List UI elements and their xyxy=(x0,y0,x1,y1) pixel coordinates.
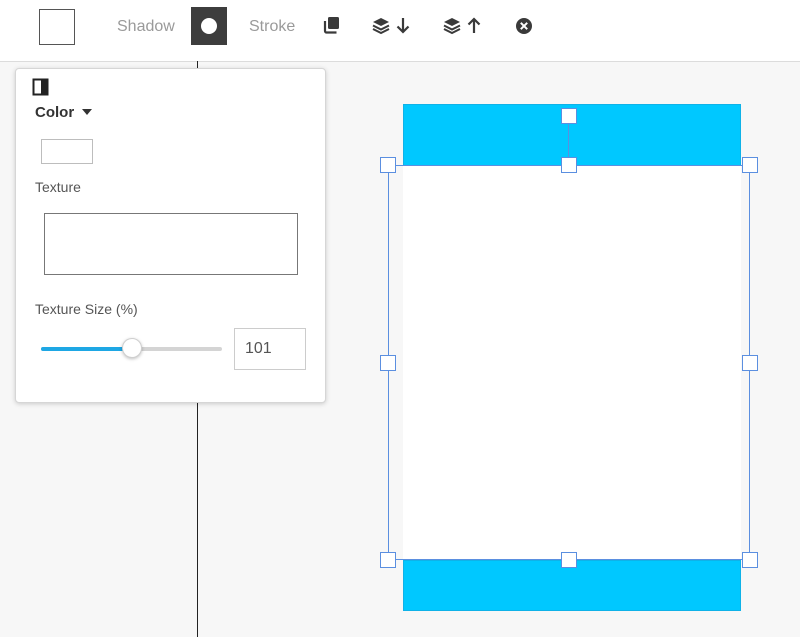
texture-size-input[interactable] xyxy=(234,328,306,370)
color-swatch[interactable] xyxy=(41,139,93,164)
slider-thumb[interactable] xyxy=(121,338,142,358)
texture-size-label: Texture Size (%) xyxy=(35,301,138,317)
resize-handle-bottom[interactable] xyxy=(561,552,577,568)
texture-size-slider[interactable] xyxy=(41,338,222,358)
resize-handle-right[interactable] xyxy=(742,355,758,371)
layer-up-icon[interactable] xyxy=(443,15,483,37)
resize-handle-top-left[interactable] xyxy=(380,157,396,173)
properties-panel: Color Texture Texture Size (%) xyxy=(15,68,326,403)
resize-handle-top[interactable] xyxy=(561,157,577,173)
resize-handle-bottom-right[interactable] xyxy=(742,552,758,568)
stroke-button[interactable]: Stroke xyxy=(249,17,295,37)
resize-handle-left[interactable] xyxy=(380,355,396,371)
delete-icon[interactable] xyxy=(515,17,533,35)
texture-label: Texture xyxy=(35,179,81,195)
rotate-handle[interactable] xyxy=(561,108,577,124)
texture-picker[interactable] xyxy=(44,213,298,275)
resize-handle-top-right[interactable] xyxy=(742,157,758,173)
circle-shape-button[interactable] xyxy=(191,7,227,45)
caret-down-icon xyxy=(82,109,93,115)
fill-color-swatch[interactable] xyxy=(39,9,75,45)
shadow-button[interactable]: Shadow xyxy=(117,17,175,37)
resize-handle-bottom-left[interactable] xyxy=(380,552,396,568)
color-dropdown[interactable]: Color xyxy=(35,102,93,122)
duplicate-icon[interactable] xyxy=(323,15,341,35)
color-dropdown-label: Color xyxy=(35,103,75,121)
circle-shape-icon xyxy=(201,18,217,34)
panel-toggle-icon[interactable] xyxy=(32,78,50,96)
top-toolbar: Shadow Stroke xyxy=(0,0,800,62)
slider-fill xyxy=(41,347,132,351)
layer-down-icon[interactable] xyxy=(372,15,412,37)
selection-box xyxy=(388,165,750,560)
